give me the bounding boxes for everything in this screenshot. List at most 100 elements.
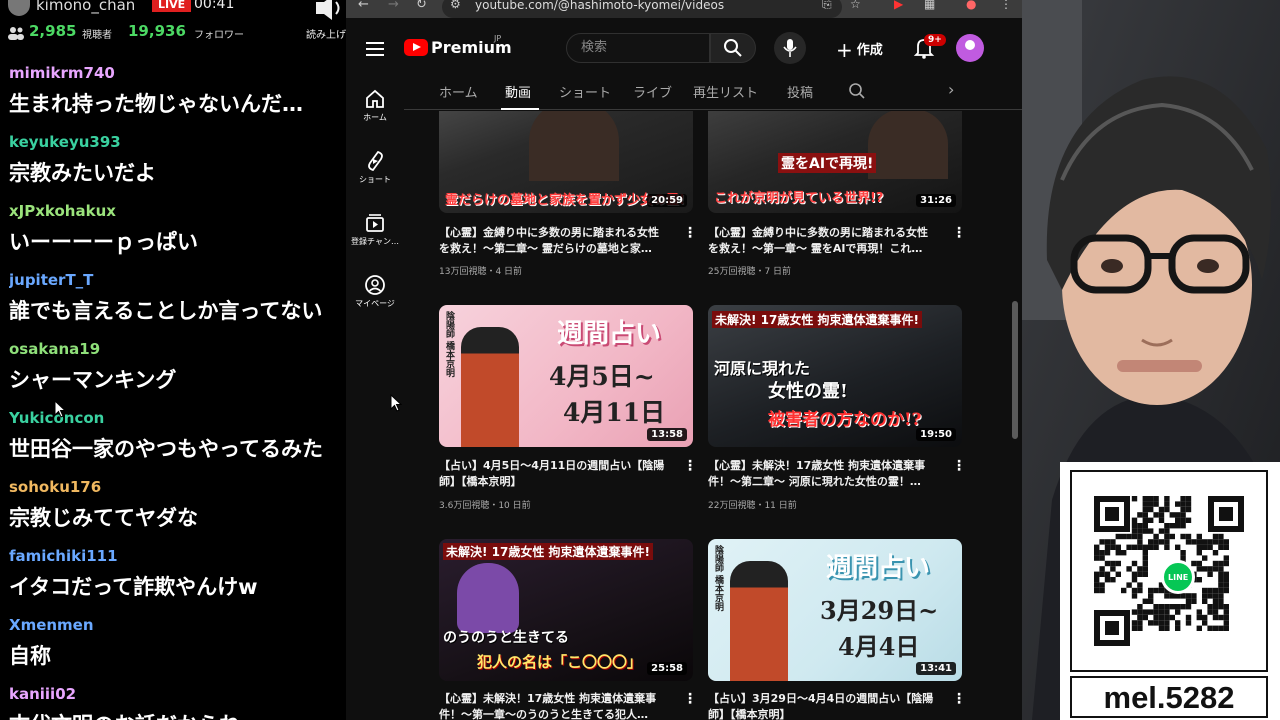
video-thumbnail[interactable]: 未解決! 17歳女性 拘束遺体遺棄事件! 河原に現れた 女性の霊! 被害者の方な… bbox=[708, 305, 962, 447]
video-thumbnail[interactable]: 陰陽師 橋本京明 週間占い 4月5日~ 4月11日 13:58 bbox=[439, 305, 693, 447]
qr-module bbox=[1131, 593, 1138, 599]
chat-username: osakana19 bbox=[9, 340, 101, 358]
qr-module bbox=[1164, 609, 1170, 615]
video-title-line2[interactable]: 師】【橋本京明】 bbox=[439, 474, 675, 490]
create-button[interactable]: + 作成 bbox=[836, 38, 883, 62]
thumbnail-line3: 被害者の方なのか!? bbox=[768, 410, 922, 430]
home-icon bbox=[366, 89, 384, 108]
video-thumbnail[interactable]: 未解決! 17歳女性 拘束遺体遺棄事件! のうのうと生きてる 犯人の名は「こ〇〇… bbox=[439, 539, 693, 681]
qr-module bbox=[1212, 625, 1219, 631]
search-input[interactable]: 検索 bbox=[566, 33, 710, 63]
tab-videos[interactable]: 動画 bbox=[505, 82, 531, 101]
url-text[interactable]: youtube.com/@hashimoto-kyomei/videos bbox=[475, 0, 724, 12]
video-title-line2[interactable]: 件！～第二章～ 河原に現れた女性の霊！… bbox=[708, 474, 944, 490]
active-tab-indicator bbox=[501, 108, 539, 110]
chat-text: 宗教みたいだよ bbox=[9, 161, 156, 185]
channel-search-icon[interactable] bbox=[848, 82, 866, 100]
video-menu-icon[interactable]: ⋮ bbox=[952, 458, 966, 474]
video-menu-icon[interactable]: ⋮ bbox=[952, 225, 966, 241]
elapsed-time: 00:41 bbox=[194, 0, 235, 12]
youtube-logo-icon[interactable] bbox=[404, 39, 428, 56]
bookmark-star-icon[interactable]: ☆ bbox=[850, 0, 861, 11]
qr-module bbox=[1131, 609, 1138, 615]
qr-module bbox=[1164, 523, 1170, 529]
qr-module bbox=[1158, 587, 1165, 594]
video-title-line2[interactable]: 件！～第一章～のうのうと生きてる犯人… bbox=[439, 707, 675, 720]
qr-module bbox=[1131, 587, 1138, 594]
voice-search-button[interactable] bbox=[774, 32, 806, 64]
qr-module bbox=[1158, 620, 1165, 626]
tab-home[interactable]: ホーム bbox=[439, 82, 478, 101]
qr-code-frame: LINE bbox=[1070, 470, 1268, 672]
video-menu-icon[interactable]: ⋮ bbox=[683, 225, 697, 241]
video-thumbnail[interactable]: 霊だらけの墓地と家族を置かず少女の霊! 20:59 bbox=[439, 111, 693, 213]
video-title[interactable]: 【占い】4月5日～4月11日の週間占い【陰陽 bbox=[439, 458, 675, 474]
qr-module bbox=[1175, 517, 1181, 523]
video-title[interactable]: 【心霊】未解決！17歳女性 拘束遺体遺棄事 bbox=[439, 691, 675, 707]
qr-module bbox=[1126, 533, 1132, 540]
thumbnail-line2: 犯人の名は「こ〇〇〇」 bbox=[477, 653, 643, 671]
qr-module bbox=[1142, 560, 1148, 567]
qr-module bbox=[1158, 614, 1165, 621]
qr-module bbox=[1158, 512, 1165, 518]
video-title[interactable]: 【心霊】金縛り中に多数の男に踏まれる女性 bbox=[708, 225, 944, 241]
site-info-icon[interactable]: ⚙ bbox=[450, 0, 461, 11]
qr-module bbox=[1142, 523, 1148, 529]
qr-module bbox=[1137, 587, 1143, 594]
qr-module bbox=[1153, 587, 1159, 594]
reload-icon[interactable]: ↻ bbox=[416, 0, 427, 12]
qr-module bbox=[1142, 512, 1148, 518]
speaker-icon[interactable] bbox=[314, 0, 344, 20]
qr-module bbox=[1164, 506, 1170, 513]
hamburger-menu-icon[interactable] bbox=[366, 42, 384, 56]
qr-module bbox=[1164, 539, 1170, 545]
scrollbar-thumb[interactable] bbox=[1012, 301, 1018, 439]
chevron-right-icon[interactable]: › bbox=[948, 80, 954, 99]
qr-module bbox=[1142, 609, 1148, 615]
extensions-icon[interactable]: ▦ bbox=[924, 0, 935, 11]
video-menu-icon[interactable]: ⋮ bbox=[952, 691, 966, 707]
qr-module bbox=[1212, 550, 1219, 556]
browser-menu-icon[interactable]: ⋮ bbox=[1000, 0, 1012, 11]
video-menu-icon[interactable]: ⋮ bbox=[683, 458, 697, 474]
tab-live[interactable]: ライブ bbox=[633, 82, 672, 101]
channel-tabs: ホーム 動画 ショート ライブ 再生リスト 投稿 › bbox=[404, 74, 1022, 110]
qr-module bbox=[1099, 566, 1105, 572]
readout-toggle[interactable]: 読み上げ bbox=[306, 26, 346, 41]
video-title[interactable]: 【心霊】未解決！17歳女性 拘束遺体遺棄事 bbox=[708, 458, 944, 474]
qr-module bbox=[1115, 533, 1121, 540]
qr-module bbox=[1142, 501, 1148, 507]
tab-posts[interactable]: 投稿 bbox=[787, 82, 813, 101]
video-duration: 13:58 bbox=[647, 428, 687, 441]
video-title-line2[interactable]: 師】【橋本京明】 bbox=[708, 707, 944, 720]
back-arrow-icon[interactable]: ← bbox=[358, 0, 369, 12]
account-avatar[interactable] bbox=[956, 34, 984, 62]
youtube-extension-icon[interactable]: ▶ bbox=[894, 0, 903, 11]
tab-playlists[interactable]: 再生リスト bbox=[693, 82, 758, 101]
qr-module bbox=[1153, 620, 1159, 626]
qr-module bbox=[1180, 593, 1186, 599]
video-thumbnail[interactable]: 霊をAIで再現! これが京明が見ている世界!? 31:26 bbox=[708, 111, 962, 213]
search-button[interactable] bbox=[710, 33, 756, 63]
chat-text: 自称 bbox=[9, 644, 51, 668]
video-title-line2[interactable]: を救え！～第一章～ 霊をAIで再現！これ… bbox=[708, 241, 944, 257]
install-icon[interactable]: ⎘ bbox=[822, 0, 832, 12]
chat-username: xJPxkohakux bbox=[9, 202, 116, 220]
qr-module bbox=[1196, 544, 1202, 550]
qr-module bbox=[1148, 593, 1154, 599]
mouse-cursor-icon bbox=[54, 400, 66, 418]
profile-chip-icon[interactable]: ● bbox=[966, 0, 976, 11]
video-title-line2[interactable]: を救え！～第二章～ 霊だらけの墓地と家… bbox=[439, 241, 675, 257]
tab-shorts[interactable]: ショート bbox=[559, 82, 611, 101]
qr-module bbox=[1142, 528, 1148, 534]
forward-arrow-icon[interactable]: → bbox=[388, 0, 399, 12]
video-title[interactable]: 【占い】3月29日～4月4日の週間占い【陰陽 bbox=[708, 691, 944, 707]
video-menu-icon[interactable]: ⋮ bbox=[683, 691, 697, 707]
qr-module bbox=[1196, 577, 1202, 583]
qr-module bbox=[1131, 544, 1138, 550]
qr-module bbox=[1185, 539, 1192, 545]
qr-module bbox=[1212, 587, 1219, 594]
video-thumbnail[interactable]: 陰陽師 橋本京明 週間占い 3月29日~ 4月4日 13:41 bbox=[708, 539, 962, 681]
video-title[interactable]: 【心霊】金縛り中に多数の男に踏まれる女性 bbox=[439, 225, 675, 241]
qr-module bbox=[1191, 539, 1197, 545]
